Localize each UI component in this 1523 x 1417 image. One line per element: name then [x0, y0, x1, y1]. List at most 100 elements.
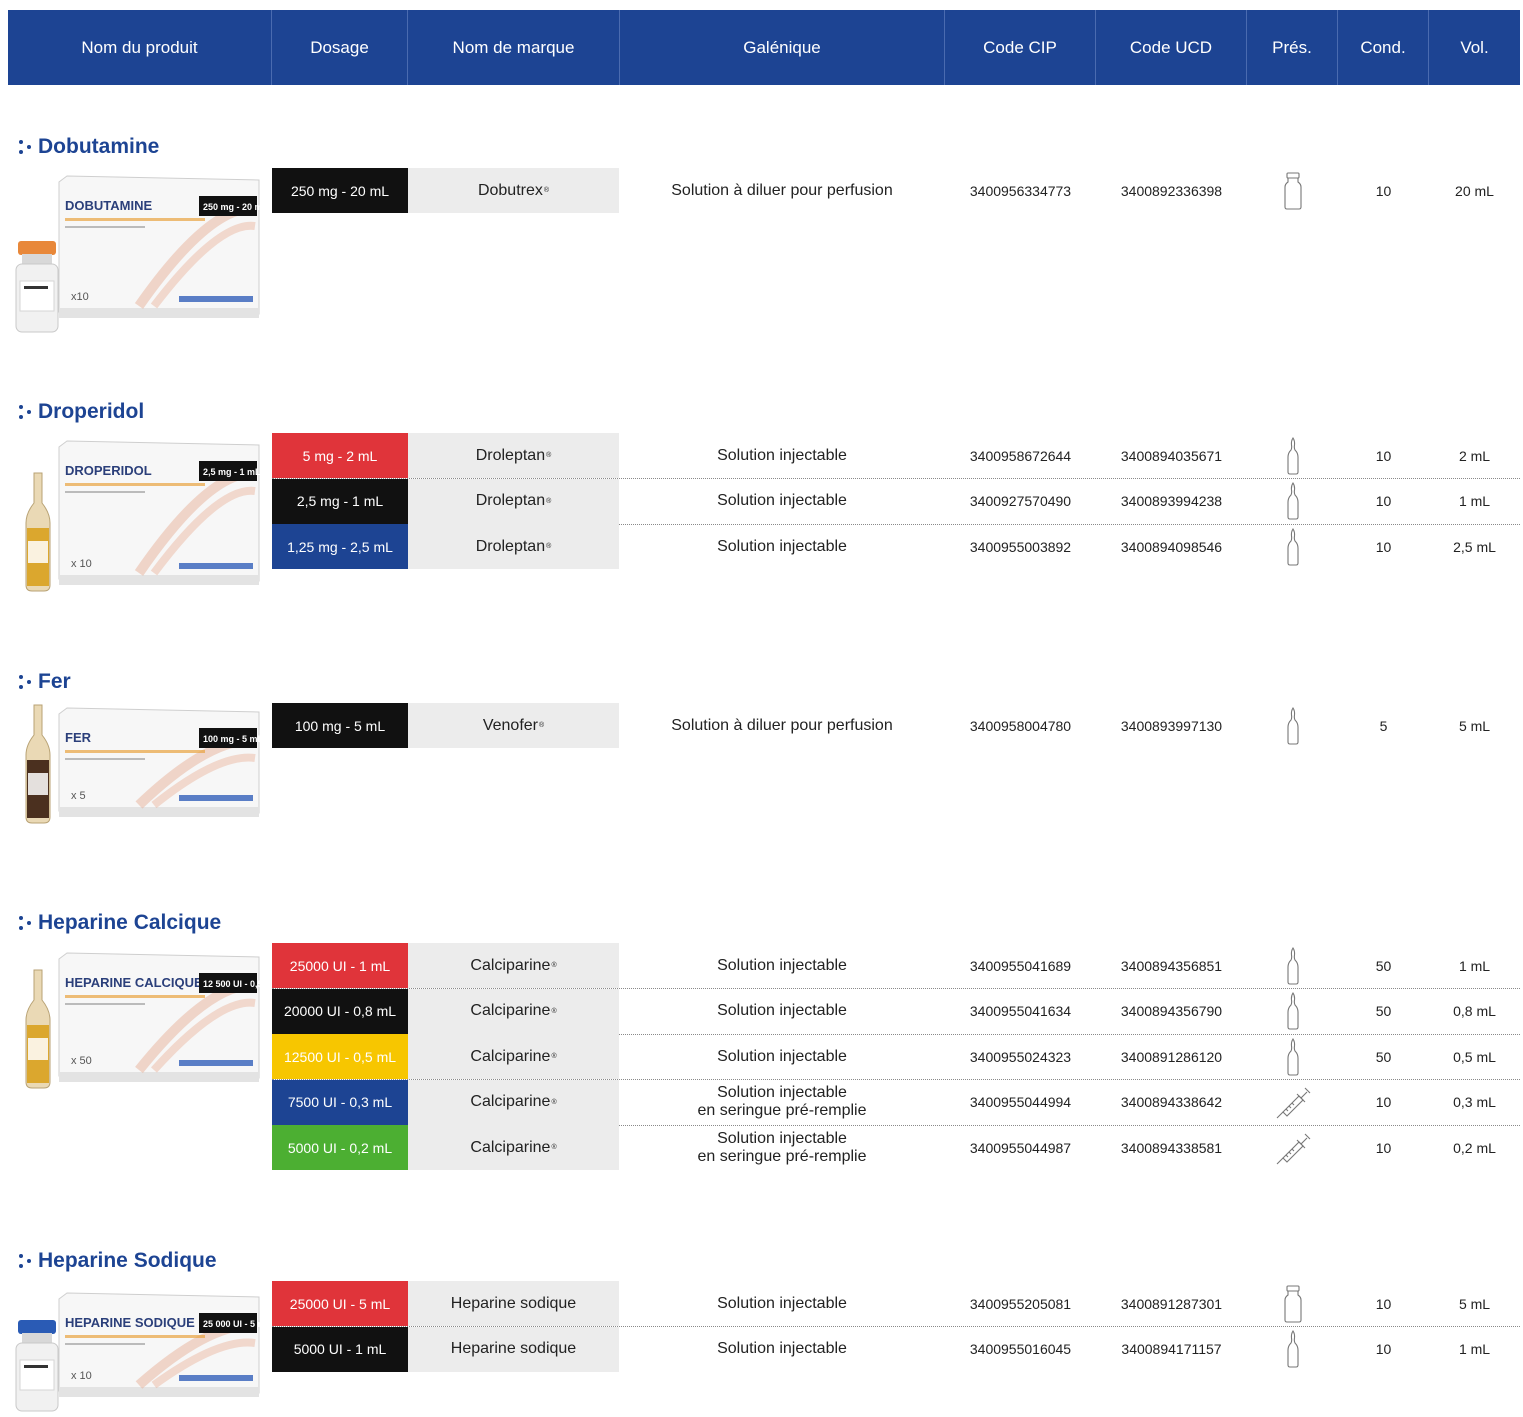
- brand-cell: Droleptan ®: [408, 433, 619, 478]
- brand-cell: Droleptan ®: [408, 524, 619, 569]
- vol-cell: 1 mL: [1458, 957, 1491, 974]
- brand-name: Calciparine: [470, 956, 551, 974]
- bullet-dots-icon: [18, 1252, 34, 1270]
- product-box: HEPARINE CALCIQUE 12 500 UI - 0,5 mL x 5…: [58, 952, 279, 1082]
- brand-cell: Calciparine ®: [408, 1034, 619, 1079]
- brand-name: Droleptan: [475, 492, 546, 509]
- syringe-icon: [1247, 1084, 1338, 1120]
- product-box: DROPERIDOL 2,5 mg - 1 mL x 10: [58, 440, 261, 585]
- svg-text:25 000 UI - 5 mL: 25 000 UI - 5 mL: [203, 1319, 264, 1329]
- header-nom-produit: Nom du produit: [8, 10, 272, 85]
- registered-mark: ®: [546, 543, 552, 550]
- code-cip-cell: 3400955044994: [969, 1094, 1072, 1110]
- code-cip-cell: 3400958672644: [969, 447, 1072, 464]
- product-title: Heparine Calcique: [18, 911, 221, 935]
- product-box: FER 100 mg - 5 mL x 5: [58, 707, 264, 817]
- code-ucd-cell: 3400894338642: [1120, 1094, 1223, 1110]
- syringe-icon: [1247, 1130, 1338, 1166]
- registered-mark: ®: [546, 497, 552, 505]
- vol-cell: 2 mL: [1458, 447, 1491, 464]
- svg-text:100 mg - 5 mL: 100 mg - 5 mL: [203, 734, 264, 744]
- cond-cell: 10: [1375, 1139, 1392, 1156]
- dosage-cell: 5000 UI - 0,2 mL: [272, 1125, 408, 1170]
- header-galenique: Galénique: [620, 10, 945, 85]
- table-row: 20000 UI - 0,8 mL Calciparine ® Solution in…: [272, 988, 1520, 1035]
- svg-text:DOBUTAMINE: DOBUTAMINE: [65, 198, 152, 213]
- product-image: DOBUTAMINE 250 mg - 20 mL x10: [14, 168, 269, 336]
- code-ucd-cell: 3400891286120: [1120, 1048, 1223, 1065]
- svg-text:x 5: x 5: [71, 790, 86, 802]
- galenique-cell: Solution injectable: [619, 433, 945, 478]
- brand-cell: Calciparine ®: [408, 1079, 619, 1125]
- code-ucd-cell: 3400893997130: [1120, 717, 1223, 734]
- product-name: Fer: [38, 670, 71, 693]
- cond-cell: 10: [1375, 1295, 1392, 1312]
- registered-mark: ®: [551, 1144, 557, 1151]
- ampoule-image: [25, 704, 51, 824]
- product-name: Dobutamine: [38, 135, 160, 158]
- galenique-cell: Solution injectable: [619, 524, 945, 569]
- code-ucd-cell: 3400893994238: [1120, 493, 1223, 509]
- ampoule-icon: [1247, 482, 1338, 520]
- svg-text:x10: x10: [71, 291, 89, 303]
- ampoule-icon: [1247, 992, 1338, 1030]
- code-ucd-cell: 3400894098546: [1120, 538, 1223, 555]
- galenique-cell: Solution injectable: [619, 1281, 945, 1326]
- dosage-cell: 2,5 mg - 1 mL: [272, 478, 408, 524]
- galenique-line: Solution injectable: [717, 1047, 847, 1065]
- bullet-dots-icon: [18, 138, 34, 156]
- galenique-line: Solution injectable: [717, 956, 847, 974]
- table-row: 25000 UI - 5 mL Heparine sodique Solution …: [272, 1281, 1520, 1327]
- registered-mark: ®: [551, 1053, 557, 1060]
- ampoule-image: [25, 969, 51, 1089]
- vol-cell: 20 mL: [1455, 182, 1494, 199]
- table-row: 5000 UI - 1 mL Heparine sodique Solution i…: [272, 1326, 1520, 1372]
- code-cip-cell: 3400958004780: [969, 717, 1072, 734]
- galenique-cell: Solution injectable: [619, 1034, 945, 1079]
- galenique-cell: Solution injectable: [619, 989, 945, 1034]
- galenique-line: Solution injectable: [717, 1294, 847, 1312]
- brand-name: Calciparine: [470, 1047, 551, 1065]
- brand-name: Heparine sodique: [450, 1340, 577, 1357]
- brand-name: Dobutrex: [477, 181, 543, 199]
- svg-text:x 50: x 50: [71, 1055, 92, 1067]
- svg-text:HEPARINE CALCIQUE: HEPARINE CALCIQUE: [65, 975, 203, 990]
- cond-cell: 50: [1375, 1003, 1392, 1019]
- header-cond: Cond.: [1338, 10, 1429, 85]
- cond-cell: 10: [1375, 447, 1392, 464]
- galenique-line: Solution injectable: [717, 1084, 847, 1101]
- ampoule-icon: [1247, 436, 1338, 475]
- svg-text:12 500 UI - 0,5 mL: 12 500 UI - 0,5 mL: [203, 979, 264, 989]
- code-cip-cell: 3400955044987: [969, 1139, 1072, 1156]
- header-code-cip: Code CIP: [945, 10, 1096, 85]
- header-dosage: Dosage: [272, 10, 408, 85]
- svg-text:2,5 mg - 1 mL: 2,5 mg - 1 mL: [203, 467, 261, 477]
- vol-cell: 2,5 mL: [1453, 538, 1496, 555]
- registered-mark: ®: [551, 1098, 557, 1106]
- code-ucd-cell: 3400894171157: [1121, 1341, 1222, 1357]
- dosage-cell: 5 mg - 2 mL: [272, 433, 408, 478]
- brand-name: Calciparine: [470, 1002, 551, 1019]
- bullet-dots-icon: [18, 673, 34, 691]
- product-name: Droperidol: [38, 400, 145, 423]
- code-cip-cell: 3400927570490: [969, 493, 1072, 509]
- cond-cell: 10: [1375, 1094, 1392, 1110]
- galenique-line: Solution injectable: [717, 537, 847, 555]
- dosage-cell: 25000 UI - 1 mL: [272, 943, 408, 988]
- cond-cell: 5: [1379, 717, 1388, 734]
- table-row: 7500 UI - 0,3 mL Calciparine ® Solution inj…: [272, 1079, 1520, 1126]
- product-title: Fer: [18, 670, 71, 694]
- vial-icon: [1247, 1284, 1338, 1323]
- svg-text:DROPERIDOL: DROPERIDOL: [65, 463, 152, 478]
- cond-cell: 50: [1375, 957, 1392, 974]
- cond-cell: 10: [1375, 1341, 1392, 1357]
- product-title: Heparine Sodique: [18, 1249, 217, 1273]
- registered-mark: ®: [551, 1007, 557, 1015]
- brand-cell: Calciparine ®: [408, 1125, 619, 1170]
- dosage-cell: 250 mg - 20 mL: [272, 168, 408, 213]
- galenique-line: Solution à diluer pour perfusion: [671, 716, 893, 734]
- galenique-line: Solution injectable: [717, 1002, 847, 1019]
- table-row: 2,5 mg - 1 mL Droleptan ® Solution injectab…: [272, 478, 1520, 525]
- dosage-cell: 20000 UI - 0,8 mL: [272, 988, 408, 1034]
- svg-text:FER: FER: [65, 730, 92, 745]
